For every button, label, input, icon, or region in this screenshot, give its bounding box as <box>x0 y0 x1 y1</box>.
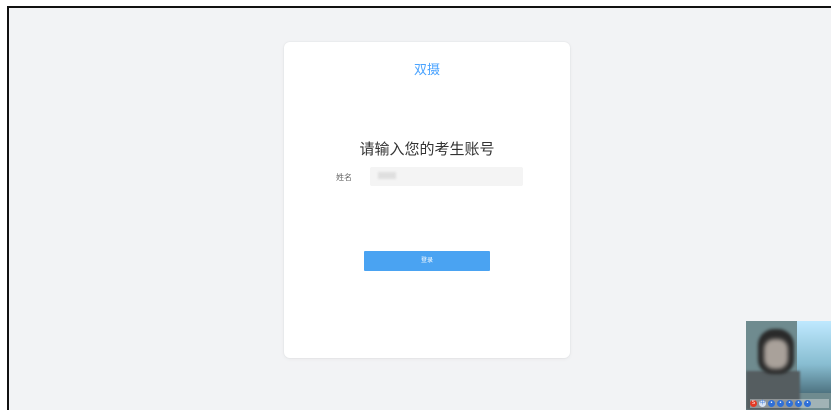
webcam-caption <box>750 389 825 397</box>
keyboard-icon[interactable]: • <box>786 400 793 407</box>
login-button[interactable]: 登录 <box>364 251 490 271</box>
webcam-background-window <box>797 321 831 393</box>
webcam-toolbar: S 中 • • • • • <box>750 399 829 408</box>
webcam-preview: S 中 • • • • • <box>746 321 831 410</box>
name-label: 姓名 <box>336 173 352 182</box>
redacted-name-value <box>378 172 396 179</box>
brand-title: 双摄 <box>413 63 440 78</box>
settings-icon[interactable]: • <box>768 400 775 407</box>
s-icon[interactable]: S <box>750 400 757 407</box>
microphone-icon[interactable]: • <box>777 400 784 407</box>
more-icon[interactable]: • <box>804 400 811 407</box>
user-icon[interactable]: • <box>795 400 802 407</box>
login-card: 双摄 请输入您的考生账号 姓名 登录 <box>284 42 570 358</box>
account-prompt-title: 请输入您的考生账号 <box>359 140 495 158</box>
chinese-input-icon[interactable]: 中 <box>759 400 766 407</box>
webcam-person-face <box>764 339 788 369</box>
browser-page-viewport: 双摄 请输入您的考生账号 姓名 登录 <box>7 6 831 410</box>
